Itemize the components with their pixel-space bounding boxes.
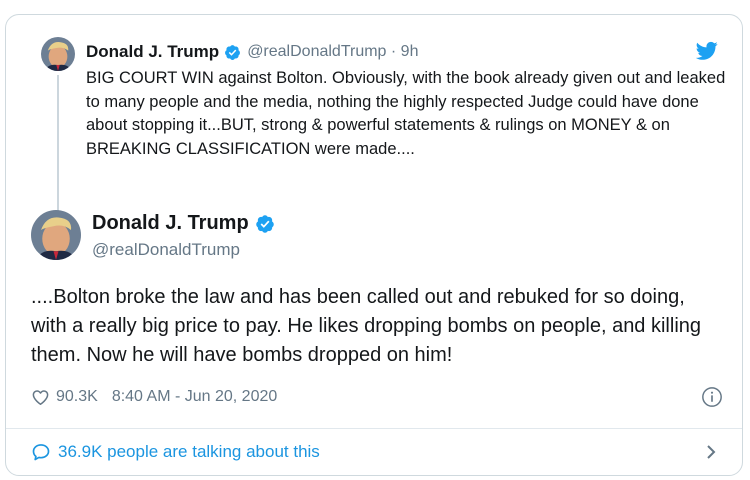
parent-handle-time[interactable]: @realDonaldTrump · 9h <box>247 43 418 61</box>
card-divider <box>6 428 742 429</box>
main-tweet-text: ....Bolton broke the law and has been ca… <box>31 286 702 366</box>
tweet-meta-row: 90.3K 8:40 AM - Jun 20, 2020 <box>31 385 723 409</box>
talking-about-text[interactable]: 36.9K people are talking about this <box>58 442 320 462</box>
twitter-bird-icon[interactable] <box>696 41 718 61</box>
speech-bubble-icon <box>32 444 50 461</box>
verified-badge-icon <box>255 214 274 233</box>
parent-avatar[interactable] <box>41 37 75 71</box>
parent-author-name[interactable]: Donald J. Trump <box>86 42 219 62</box>
avatar-portrait <box>31 210 81 260</box>
main-author-handle[interactable]: @realDonaldTrump <box>92 240 240 260</box>
embedded-tweet-card[interactable]: Donald J. Trump @realDonaldTrump · 9h BI… <box>5 14 743 476</box>
parent-tweet-text: BIG COURT WIN against Bolton. Obviously,… <box>86 69 726 158</box>
main-author-name[interactable]: Donald J. Trump <box>92 212 249 235</box>
tweet-timestamp[interactable]: 8:40 AM - Jun 20, 2020 <box>112 388 277 406</box>
thread-connector-line <box>57 75 59 211</box>
heart-icon[interactable] <box>31 388 50 407</box>
parent-tweet-header: Donald J. Trump @realDonaldTrump · 9h <box>86 41 418 63</box>
conversation-link[interactable]: 36.9K people are talking about this <box>31 438 721 466</box>
info-icon[interactable] <box>701 386 723 408</box>
main-author-row: Donald J. Trump <box>92 212 275 235</box>
avatar-portrait <box>41 37 75 71</box>
main-avatar[interactable] <box>31 210 81 260</box>
verified-badge-icon <box>225 44 241 60</box>
chevron-right-icon[interactable] <box>705 444 717 460</box>
like-count[interactable]: 90.3K <box>56 388 98 406</box>
